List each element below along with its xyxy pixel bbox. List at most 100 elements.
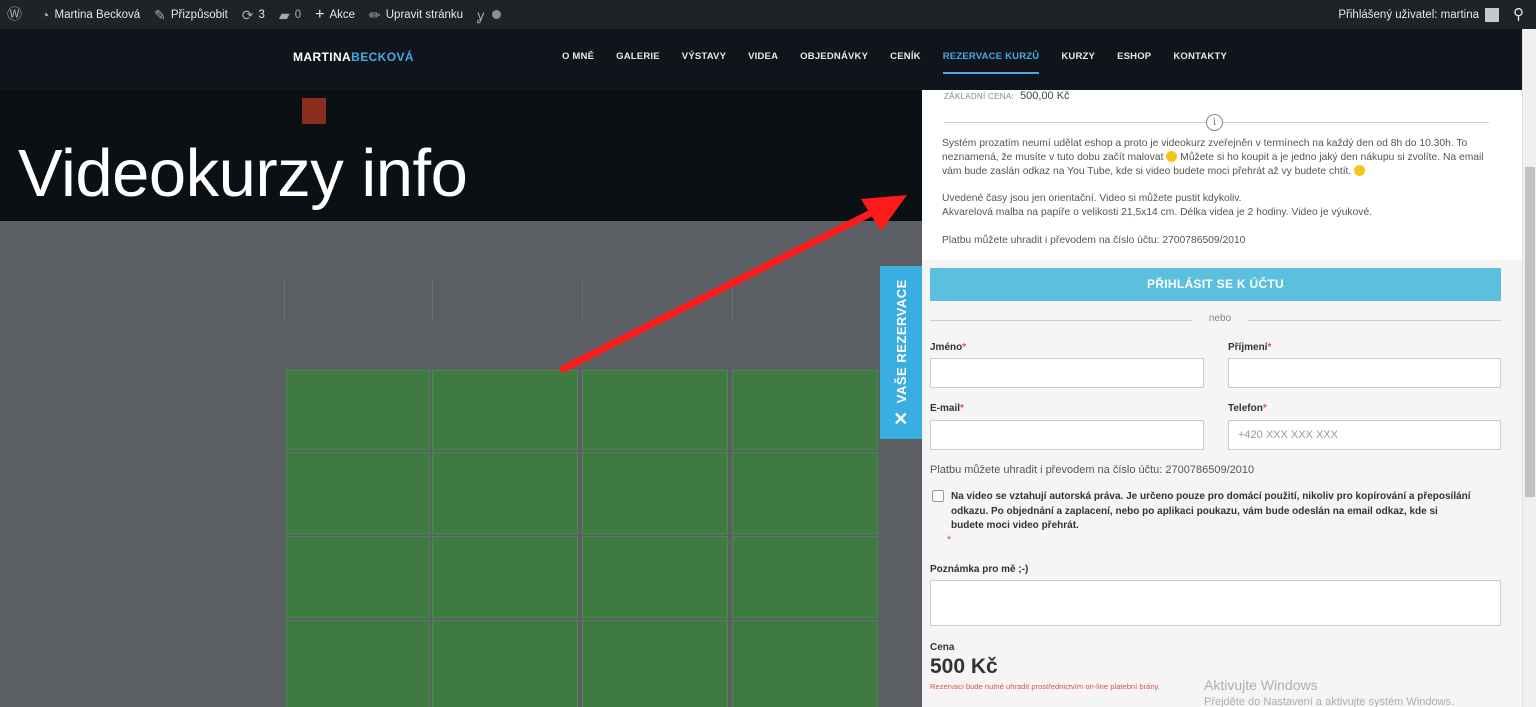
search-icon: ⚲ bbox=[1513, 6, 1524, 23]
admin-search[interactable]: ⚲ bbox=[1506, 0, 1536, 29]
note-textarea[interactable] bbox=[930, 580, 1501, 626]
price-value: 500 Kč bbox=[930, 655, 998, 678]
day-cell bbox=[696, 102, 718, 122]
yoast-seo-menu[interactable]: ỿ bbox=[470, 0, 508, 29]
login-button[interactable]: PŘIHLÁSIT SE K ÚČTU bbox=[930, 268, 1501, 301]
nav-kurzy[interactable]: KURZY bbox=[1061, 51, 1095, 62]
comments-link[interactable]: ▰ 0 bbox=[272, 0, 308, 29]
booking-form bbox=[922, 260, 1522, 707]
calendar-slot[interactable] bbox=[732, 620, 878, 707]
agreement-checkbox[interactable] bbox=[932, 490, 944, 502]
brush-icon: ✎ bbox=[154, 6, 166, 23]
separator-line bbox=[1248, 320, 1501, 321]
nav-kontakty[interactable]: KONTAKTY bbox=[1173, 51, 1227, 62]
booking-panel: ZÁKLADNÍ CENA: 500,00 Kč i Systém prozatí… bbox=[922, 90, 1522, 707]
phone-label-text: Telefon bbox=[1228, 403, 1263, 414]
page-scrollbar[interactable] bbox=[1522, 29, 1536, 707]
watermark-line-1: Aktivujte Windows bbox=[1204, 677, 1318, 693]
customize-link[interactable]: ✎ Přizpůsobit bbox=[147, 0, 235, 29]
or-separator: nebo bbox=[930, 313, 1501, 327]
comments-count: 0 bbox=[294, 8, 302, 21]
payment-note: Platbu můžete uhradit i převodem na čísl… bbox=[930, 464, 1255, 476]
first-name-label-text: Jméno bbox=[930, 342, 963, 353]
calendar-slot[interactable] bbox=[432, 370, 578, 450]
nav-rezervace-kurzu[interactable]: REZERVACE KURZŮ bbox=[942, 51, 1040, 74]
wordpress-icon: Ⓦ bbox=[7, 6, 23, 23]
required-mark: * bbox=[962, 342, 967, 353]
logo-part-1: MARTINA bbox=[293, 50, 352, 64]
calendar-slot[interactable] bbox=[732, 536, 878, 618]
calendar-slot[interactable] bbox=[732, 370, 878, 450]
logo-part-2: BECKOVÁ bbox=[351, 50, 414, 64]
day-cell bbox=[246, 102, 268, 122]
avatar bbox=[1485, 7, 1499, 22]
nav-cenik[interactable]: CENÍK bbox=[890, 51, 921, 62]
day-cell-today bbox=[302, 98, 326, 124]
phone-input[interactable]: +420 XXX XXX XXX bbox=[1228, 420, 1501, 450]
edit-page-link[interactable]: ✏ Upravit stránku bbox=[362, 0, 470, 29]
nav-vystavy[interactable]: VÝSTAVY bbox=[682, 51, 726, 62]
calendar-slot[interactable] bbox=[582, 452, 728, 534]
calendar-slot[interactable] bbox=[286, 620, 430, 707]
description-text-2b: Akvarelová malba na papíře o velikosti 2… bbox=[942, 206, 1373, 218]
calendar-slot[interactable] bbox=[432, 452, 578, 534]
first-name-input[interactable] bbox=[930, 358, 1204, 388]
calendar-slot[interactable] bbox=[732, 452, 878, 534]
required-mark: * bbox=[960, 403, 964, 414]
calendar-slot[interactable] bbox=[432, 620, 578, 707]
day-cell bbox=[330, 102, 352, 122]
day-cell bbox=[274, 102, 296, 122]
scrollbar-thumb[interactable] bbox=[1525, 167, 1535, 497]
required-mark: * bbox=[1262, 403, 1267, 414]
nav-galerie[interactable]: GALERIE bbox=[616, 51, 660, 62]
calendar-slot[interactable] bbox=[432, 536, 578, 618]
last-name-label-text: Příjmení bbox=[1228, 342, 1268, 353]
email-label-text: E-mail bbox=[930, 403, 961, 414]
payment-warning: Rezervaci bude nutné uhradit prostřednic… bbox=[930, 682, 1160, 691]
wordpress-logo-menu[interactable]: Ⓦ bbox=[0, 0, 34, 29]
windows-activation-watermark: Aktivujte Windows Přejděte do Nastavení … bbox=[1204, 677, 1454, 707]
site-logo[interactable]: MARTINABECKOVÁ bbox=[293, 50, 414, 64]
admin-bar: Ⓦ ◔ Martina Becková ✎ Přizpůsobit ⟳ 3 ▰ … bbox=[0, 0, 1536, 29]
smiley-icon bbox=[1166, 150, 1178, 162]
base-price-label: ZÁKLADNÍ CENA: bbox=[944, 92, 1014, 101]
calendar-slot[interactable] bbox=[582, 536, 728, 618]
or-label: nebo bbox=[1208, 313, 1232, 324]
last-name-input[interactable] bbox=[1228, 358, 1501, 388]
plus-icon: + bbox=[315, 5, 325, 23]
yoast-icon: ỿ bbox=[477, 6, 485, 23]
calendar-slot[interactable] bbox=[582, 370, 728, 450]
close-icon[interactable]: ✕ bbox=[893, 409, 909, 429]
updates-link[interactable]: ⟳ 3 bbox=[235, 0, 272, 29]
customize-label: Přizpůsobit bbox=[170, 8, 228, 21]
site-header: MARTINABECKOVÁ O MNĚ GALERIE VÝSTAVY VID… bbox=[0, 29, 1522, 90]
email-input[interactable] bbox=[930, 420, 1204, 450]
required-mark: * bbox=[1267, 342, 1272, 353]
agreement-required-mark: * bbox=[947, 534, 952, 546]
arrow-shaft bbox=[559, 207, 879, 373]
site-name-menu[interactable]: ◔ Martina Becková bbox=[34, 0, 147, 29]
course-description: Systém prozatím neumí udělat eshop a pro… bbox=[942, 137, 1502, 261]
nav-videa[interactable]: VIDEA bbox=[748, 51, 778, 62]
nav-objednavky[interactable]: OBJEDNÁVKY bbox=[800, 51, 868, 62]
calendar-slot[interactable] bbox=[582, 620, 728, 707]
price-label: Cena bbox=[930, 642, 955, 653]
calendar-column-header bbox=[284, 280, 432, 320]
nav-eshop[interactable]: ESHOP bbox=[1117, 51, 1151, 62]
description-paragraph: Systém prozatím neumí udělat eshop a pro… bbox=[942, 137, 1502, 178]
day-cell bbox=[878, 102, 900, 122]
phone-label: Telefon* bbox=[1228, 403, 1267, 414]
calendar-slot[interactable] bbox=[286, 370, 430, 450]
reservations-side-tab[interactable]: ✕ VAŠE REZERVACE bbox=[880, 266, 922, 439]
calendar-slot[interactable] bbox=[286, 536, 430, 618]
first-name-label: Jméno* bbox=[930, 342, 966, 353]
account-menu[interactable]: Přihlášený uživatel: martina bbox=[1331, 0, 1506, 29]
day-cell bbox=[412, 102, 434, 122]
side-tab-label: VAŠE REZERVACE bbox=[893, 278, 909, 403]
day-cell bbox=[356, 102, 378, 122]
calendar-slot[interactable] bbox=[286, 452, 430, 534]
email-label: E-mail* bbox=[930, 403, 964, 414]
description-paragraph: Uvedené časy jsou jen orientační. Video … bbox=[942, 192, 1502, 220]
new-content-menu[interactable]: + Akce bbox=[308, 0, 362, 29]
nav-o-mne[interactable]: O MNĚ bbox=[562, 51, 594, 62]
